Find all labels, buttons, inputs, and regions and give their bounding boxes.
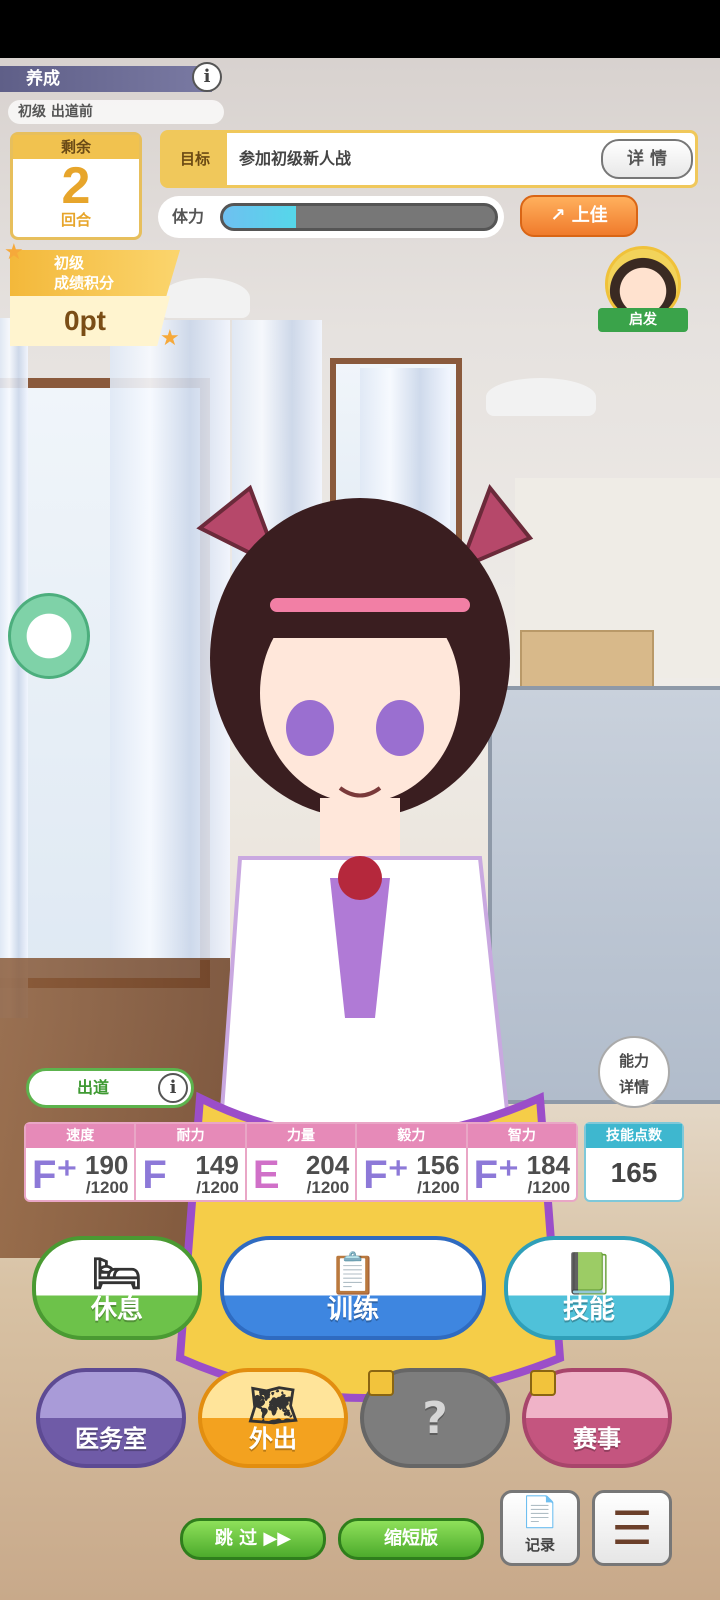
skill-label: 技能 bbox=[562, 1295, 615, 1325]
score-value: 0pt bbox=[64, 305, 106, 336]
stat-power: 力量 E 204 /1200 bbox=[246, 1124, 358, 1200]
stat-name: 力量 bbox=[246, 1124, 356, 1148]
turns-value: 2 bbox=[61, 157, 91, 215]
stat-rank: F bbox=[142, 1153, 167, 1197]
score-label-line2: 成绩积分 bbox=[54, 274, 115, 292]
ceiling-lamp bbox=[486, 378, 596, 416]
stat-cap: /1200 bbox=[196, 1178, 239, 1197]
info-button[interactable]: i bbox=[192, 62, 222, 92]
document-icon: 📄 bbox=[521, 1495, 559, 1530]
skill-points-label: 技能点数 bbox=[586, 1124, 682, 1148]
coach-label: 启发 bbox=[598, 308, 688, 332]
star-icon: ★ bbox=[4, 240, 24, 265]
energy-track bbox=[220, 203, 498, 231]
ability-line2: 详情 bbox=[618, 1078, 649, 1096]
mood-label: 上佳 bbox=[571, 205, 608, 226]
stat-value: 190 bbox=[85, 1150, 129, 1180]
mode-title: 养成 bbox=[0, 66, 212, 92]
turns-remaining-card: 剩余 2 回合 bbox=[10, 132, 142, 240]
star-icon: ★ bbox=[160, 326, 180, 351]
lock-icon bbox=[368, 1370, 394, 1396]
stat-name: 速度 bbox=[26, 1124, 135, 1148]
stat-guts: 毅力 F⁺ 156 /1200 bbox=[357, 1124, 468, 1200]
stat-rank: E bbox=[252, 1153, 280, 1197]
stats-panel: 速度 F⁺ 190 /1200 耐力 F 149 /1200 力量 E 204 … bbox=[24, 1122, 578, 1202]
turns-label: 剩余 bbox=[13, 135, 139, 159]
shorten-button[interactable]: 缩短版 bbox=[338, 1518, 484, 1560]
train-label: 训练 bbox=[326, 1295, 379, 1325]
train-button[interactable]: 📋 训练 bbox=[220, 1236, 486, 1340]
stat-cap: /1200 bbox=[85, 1178, 129, 1197]
ability-line1: 能力 bbox=[618, 1052, 649, 1070]
goal-tag: 目标 bbox=[163, 133, 227, 185]
debut-info-button[interactable]: i bbox=[158, 1073, 188, 1103]
stat-cap: /1200 bbox=[306, 1178, 350, 1197]
rest-button[interactable]: 🛏 休息 bbox=[32, 1236, 202, 1340]
stat-stamina: 耐力 F 149 /1200 bbox=[136, 1124, 247, 1200]
stat-rank: F⁺ bbox=[32, 1153, 78, 1197]
goal-text: 参加初级新人战 bbox=[239, 149, 352, 168]
menu-button[interactable]: ☰ bbox=[592, 1490, 672, 1566]
game-scene: 养成 i 初级 出道前 剩余 2 回合 目标 参加初级新人战 详 情 体力 ↗ … bbox=[0, 58, 720, 1600]
goal-bar: 目标 参加初级新人战 详 情 bbox=[160, 130, 698, 188]
debut-label: 出道 bbox=[77, 1078, 110, 1097]
mood-arrow-icon: ↗ bbox=[550, 205, 566, 226]
skill-points-value: 165 bbox=[610, 1157, 658, 1188]
skip-button[interactable]: 跳 过 ▶▶ bbox=[180, 1518, 326, 1560]
ability-details-button[interactable]: 能力 详情 bbox=[598, 1036, 670, 1108]
mood-badge[interactable]: ↗ 上佳 bbox=[520, 195, 638, 237]
rest-label: 休息 bbox=[90, 1295, 143, 1325]
career-stage: 初级 出道前 bbox=[8, 100, 224, 124]
infirmary-button[interactable]: 医务室 bbox=[36, 1368, 186, 1468]
stat-speed: 速度 F⁺ 190 /1200 bbox=[26, 1124, 137, 1200]
horse-girl-character bbox=[175, 484, 565, 1402]
stat-value: 149 bbox=[195, 1150, 239, 1180]
skill-button[interactable]: 📗 技能 bbox=[504, 1236, 674, 1340]
score-label-line1: 初级 bbox=[54, 254, 85, 272]
stat-name: 智力 bbox=[467, 1124, 577, 1148]
stat-rank: F⁺ bbox=[363, 1153, 409, 1197]
score-panel[interactable]: ★ 初级 成绩积分 0pt ★ bbox=[4, 240, 180, 351]
log-label: 记录 bbox=[524, 1536, 555, 1554]
energy-fill bbox=[223, 206, 297, 228]
log-button[interactable]: 📄 记录 bbox=[500, 1490, 580, 1566]
locked-label: ? bbox=[422, 1393, 448, 1444]
race-label: 赛事 bbox=[573, 1425, 621, 1453]
turns-unit: 回合 bbox=[60, 211, 91, 229]
skill-points-panel: 技能点数 165 bbox=[584, 1122, 684, 1202]
energy-label: 体力 bbox=[172, 207, 205, 226]
stat-wisdom: 智力 F⁺ 184 /1200 bbox=[467, 1124, 577, 1200]
stat-value: 156 bbox=[416, 1150, 460, 1180]
stat-value: 184 bbox=[526, 1150, 571, 1180]
coach-hint-button[interactable]: 启发 bbox=[598, 246, 688, 346]
stat-value: 204 bbox=[305, 1150, 350, 1180]
stat-rank: F⁺ bbox=[473, 1153, 520, 1197]
goal-details-button[interactable]: 详 情 bbox=[601, 139, 693, 179]
outing-label: 外出 bbox=[249, 1425, 297, 1453]
stat-name: 毅力 bbox=[357, 1124, 466, 1148]
menu-icon: ☰ bbox=[611, 1501, 653, 1555]
stat-name: 耐力 bbox=[136, 1124, 245, 1148]
energy-bar: 体力 bbox=[158, 196, 504, 238]
side-event-icon[interactable] bbox=[8, 593, 90, 679]
infirmary-label: 医务室 bbox=[75, 1425, 147, 1453]
lock-icon bbox=[530, 1370, 556, 1396]
outing-button[interactable]: 🗺 外出 bbox=[198, 1368, 348, 1468]
stat-cap: /1200 bbox=[417, 1178, 460, 1197]
stat-cap: /1200 bbox=[527, 1178, 571, 1197]
